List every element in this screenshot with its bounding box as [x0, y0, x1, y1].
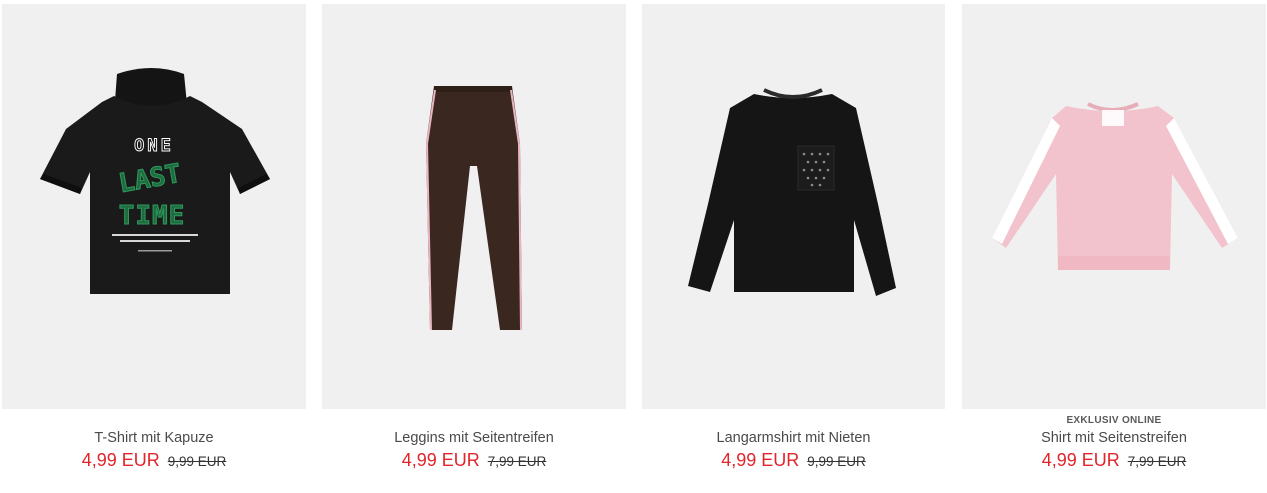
- original-price: 7,99 EUR: [487, 454, 547, 469]
- original-price: 7,99 EUR: [1127, 454, 1187, 469]
- sale-price: 4,99 EUR: [401, 450, 480, 470]
- print-text-time: TIME: [119, 201, 186, 231]
- product-image[interactable]: [962, 4, 1266, 409]
- striped-sweatshirt-image: [992, 102, 1238, 270]
- leggings-image: [426, 86, 522, 330]
- exklusiv-online-badge: EXKLUSIV ONLINE: [1066, 415, 1162, 426]
- product-name[interactable]: Langarmshirt mit Nieten: [642, 430, 945, 446]
- product-card[interactable]: Langarmshirt mit Nieten 4,99 EUR 9,99 EUR: [642, 4, 945, 489]
- product-prices: 4,99 EUR 7,99 EUR: [322, 450, 626, 471]
- sale-price: 4,99 EUR: [81, 450, 160, 470]
- product-prices: 4,99 EUR 9,99 EUR: [642, 450, 945, 471]
- product-name[interactable]: Leggins mit Seitentreifen: [322, 430, 626, 446]
- sale-price: 4,99 EUR: [1041, 450, 1120, 470]
- product-grid: ONE LAST TIME T-Shirt mit Kapuze 4,99 EU…: [0, 0, 1267, 493]
- product-name[interactable]: T-Shirt mit Kapuze: [2, 430, 306, 446]
- original-price: 9,99 EUR: [807, 454, 866, 469]
- product-card[interactable]: Leggins mit Seitentreifen 4,99 EUR 7,99 E…: [322, 4, 626, 489]
- hooded-tshirt-image: ONE LAST TIME: [40, 68, 270, 294]
- longsleeve-shirt-image: [688, 88, 896, 296]
- product-name[interactable]: Shirt mit Seitenstreifen: [962, 430, 1266, 446]
- product-prices: 4,99 EUR 7,99 EUR: [962, 450, 1266, 471]
- product-image[interactable]: ONE LAST TIME: [2, 4, 306, 409]
- print-text-one: ONE: [134, 136, 174, 156]
- product-image[interactable]: [322, 4, 626, 409]
- product-prices: 4,99 EUR 9,99 EUR: [2, 450, 306, 471]
- sale-price: 4,99 EUR: [721, 450, 800, 470]
- original-price: 9,99 EUR: [167, 454, 227, 469]
- product-image[interactable]: [642, 4, 945, 409]
- product-card[interactable]: ONE LAST TIME T-Shirt mit Kapuze 4,99 EU…: [2, 4, 306, 489]
- product-card[interactable]: EXKLUSIV ONLINE Shirt mit Seitenstreifen…: [962, 4, 1266, 489]
